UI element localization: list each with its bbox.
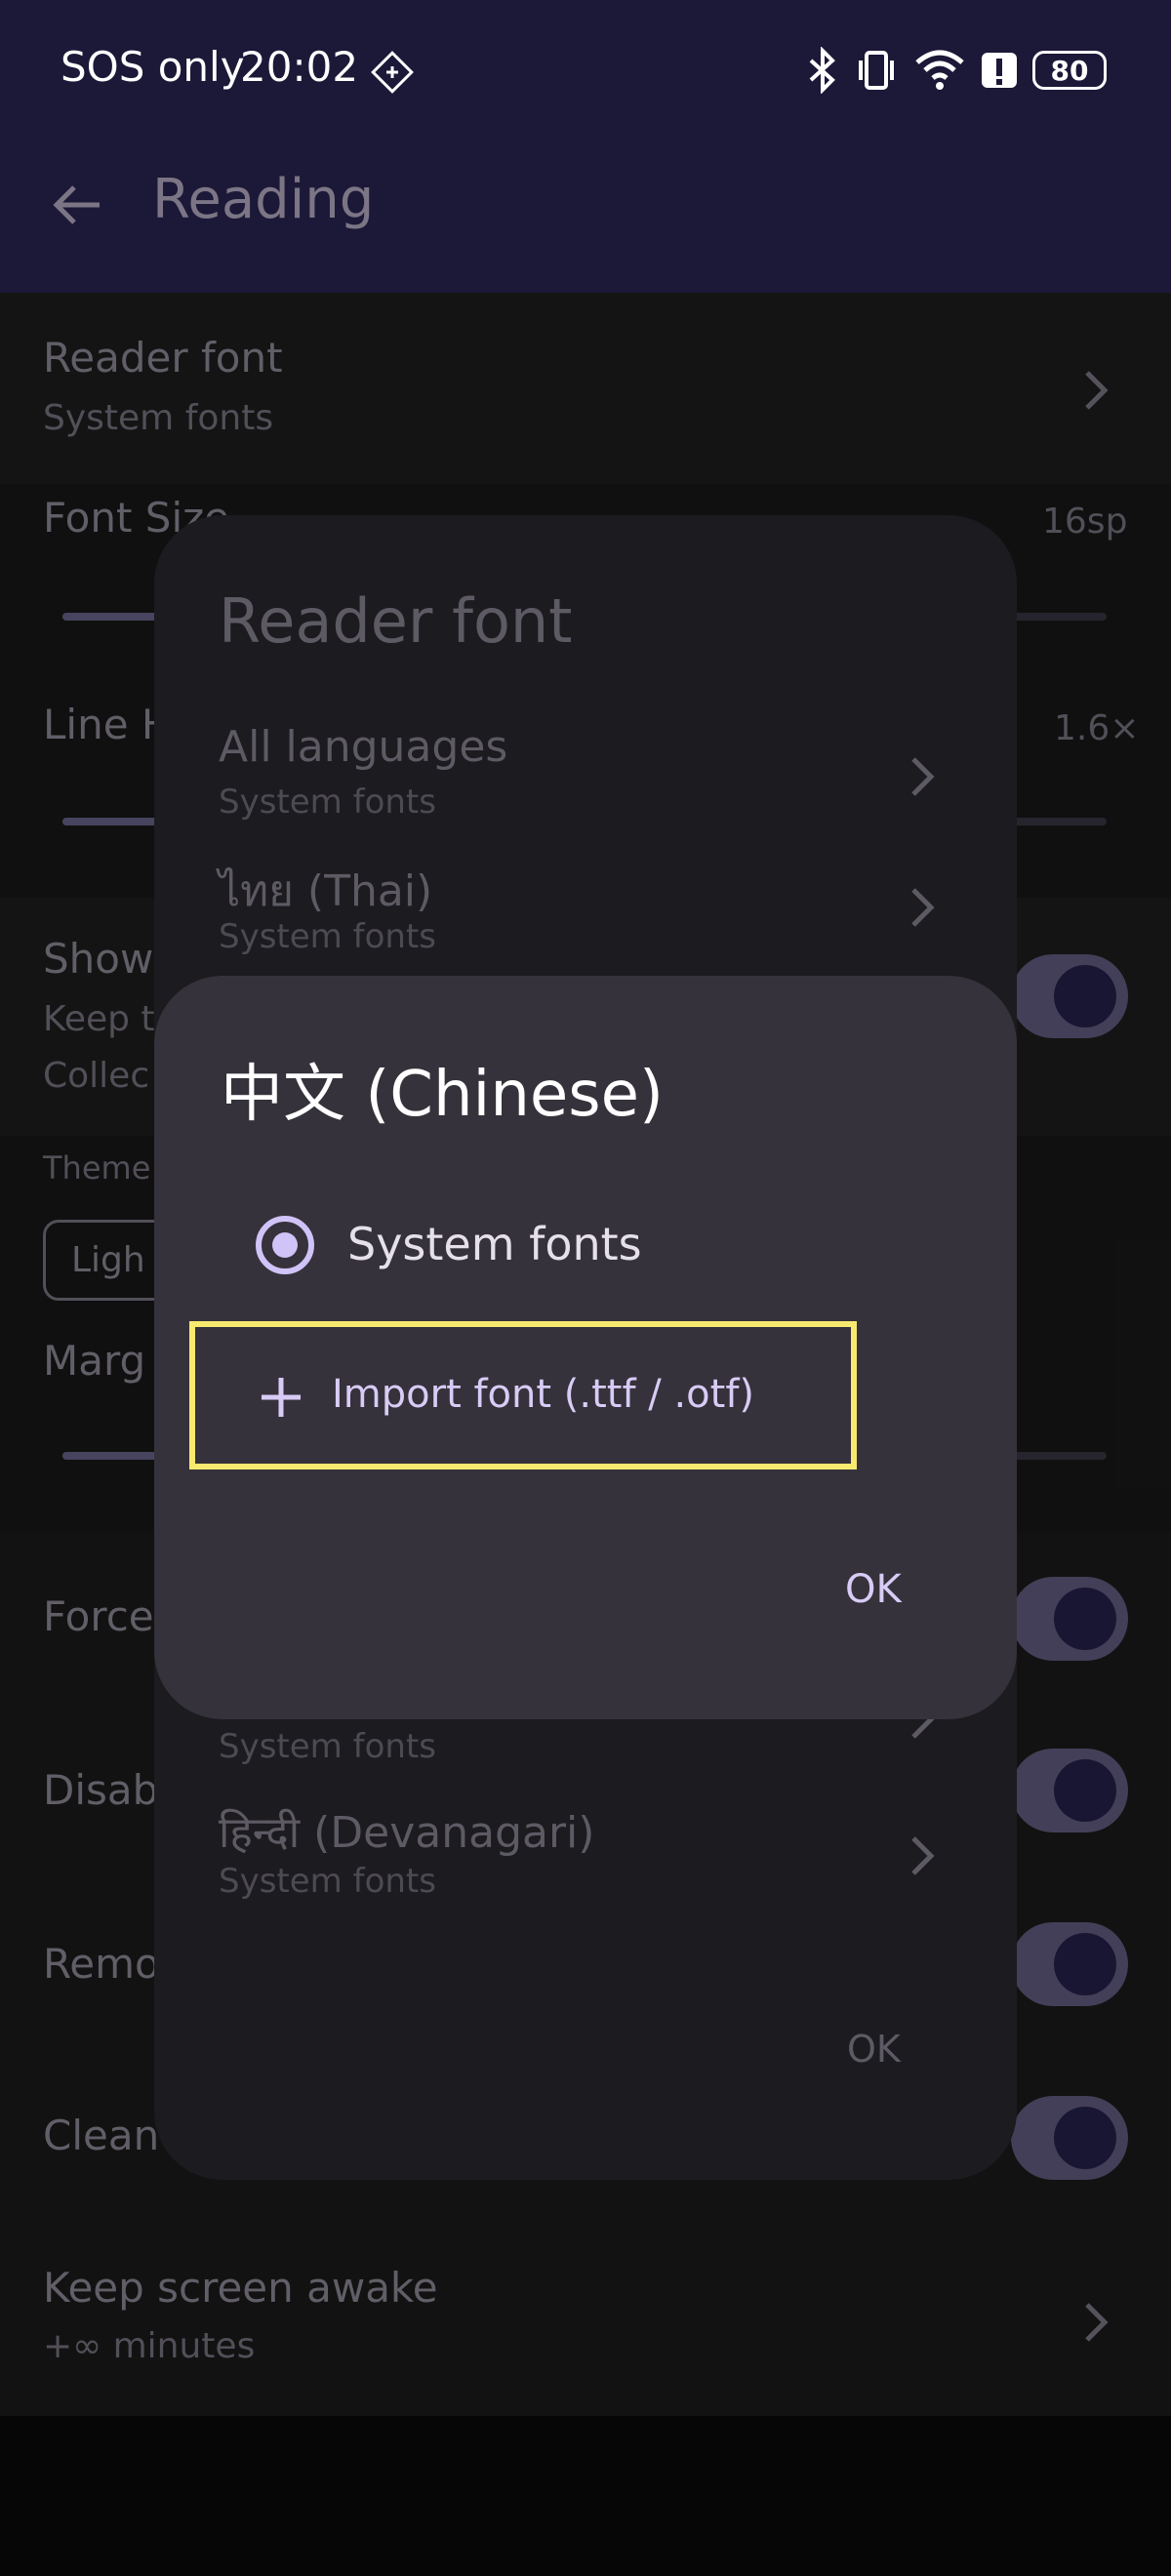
language-name: ไทย (Thai) [219, 866, 433, 916]
vibrate-icon [859, 51, 894, 90]
system-fonts-label: System fonts [347, 1218, 642, 1270]
page-title: Reading [152, 168, 375, 231]
status-icons: 80 [806, 47, 1107, 94]
language-font: System fonts [219, 1727, 436, 1766]
alert-icon [982, 53, 1017, 88]
wifi-icon [915, 50, 964, 90]
reader-font-dialog-title: Reader font [219, 585, 573, 657]
bluetooth-icon [809, 47, 835, 94]
clock: 20:02 [240, 43, 359, 91]
chevron-right-icon [911, 757, 935, 796]
language-row-all[interactable]: All languages System fonts [219, 722, 941, 829]
carrier-text: SOS only [61, 43, 245, 91]
language-font: System fonts [219, 783, 436, 822]
language-font: System fonts [219, 917, 436, 956]
chinese-dialog-title: 中文 (Chinese) [221, 1059, 664, 1131]
reader-font-ok-button[interactable]: OK [847, 2028, 901, 2071]
radio-dot [272, 1232, 298, 1258]
import-font-label: Import font (.ttf / .otf) [332, 1372, 755, 1417]
arrow-left-icon[interactable] [47, 174, 109, 236]
language-row-thai[interactable]: ไทย (Thai) System fonts [219, 857, 941, 964]
plus-icon [262, 1378, 301, 1417]
language-font: System fonts [219, 1862, 436, 1901]
chevron-right-icon [911, 1836, 935, 1875]
battery-icon: 80 [1032, 51, 1107, 90]
language-name: हिन्दी (Devanagari) [219, 1808, 595, 1858]
language-name: All languages [219, 722, 508, 772]
nfc-icon [371, 51, 414, 94]
chevron-right-icon [911, 888, 935, 927]
ok-button[interactable]: OK [845, 1567, 902, 1612]
language-row-devanagari[interactable]: हिन्दी (Devanagari) System fonts [219, 1801, 941, 1909]
